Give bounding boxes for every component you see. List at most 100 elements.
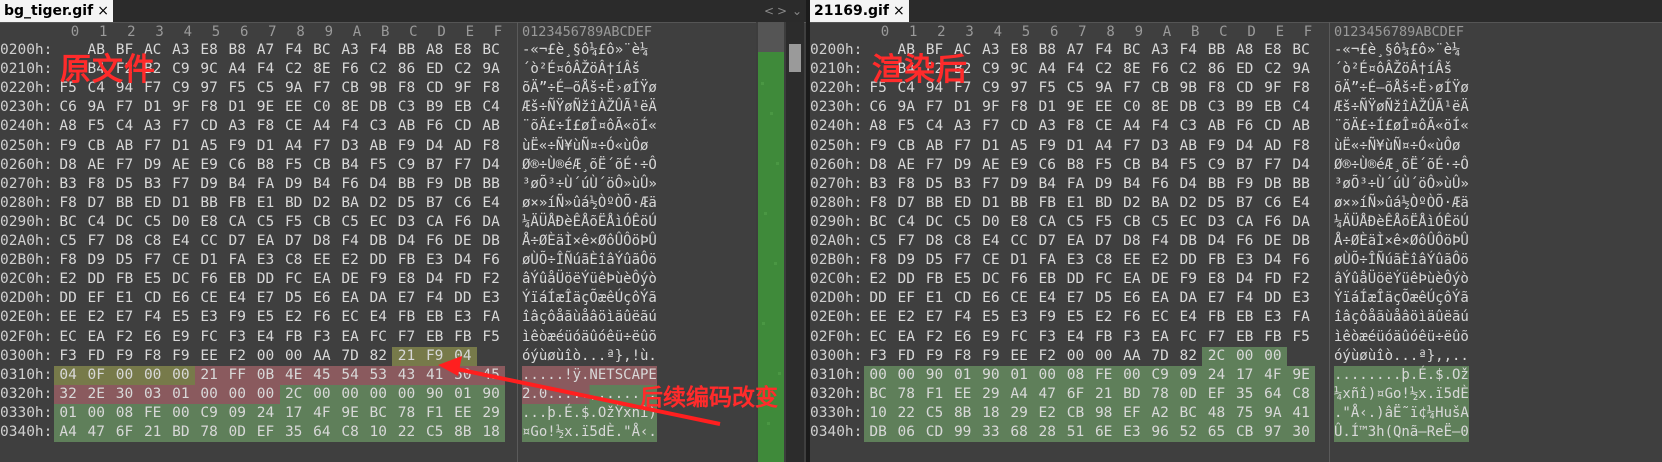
hex-byte[interactable]: B4 (1033, 175, 1061, 194)
hex-byte[interactable]: BC (864, 384, 893, 404)
ascii-text[interactable]: ."Å‹.)âË˜ï¢¼HušA (1334, 403, 1469, 423)
hex-byte[interactable]: 9A (1090, 79, 1118, 98)
hex-byte[interactable]: D4 (1287, 156, 1315, 175)
hex-byte[interactable]: A8 (1231, 41, 1259, 60)
hex-byte[interactable]: D7 (892, 194, 920, 213)
hex-byte[interactable]: FB (920, 270, 948, 289)
hex-byte[interactable]: ED (1231, 60, 1259, 79)
hex-byte[interactable]: 82 (1174, 347, 1202, 366)
hex-row[interactable]: 02A0h: C5 F7 D8 C8 E4 CC D7 EA D7 D8 F4 DB D4 F6 DE DB Å÷… (810, 232, 1662, 251)
hex-byte[interactable]: F8 (1005, 98, 1033, 117)
hex-byte[interactable]: CC (1005, 232, 1033, 251)
hex-byte[interactable]: 29 (1005, 403, 1034, 423)
hex-byte[interactable]: D1 (977, 137, 1005, 156)
hex-byte[interactable]: E1 (920, 289, 948, 308)
ascii-text[interactable]: ÝïáÍæÎäçÕæêÚçôÝã (1334, 289, 1469, 308)
hex-byte[interactable]: FD (892, 347, 920, 366)
hex-byte[interactable]: AD (1259, 137, 1287, 156)
hex-byte[interactable]: 4F (1258, 365, 1287, 385)
hex-byte[interactable]: AB (1287, 117, 1315, 136)
hex-byte[interactable]: F9 (1231, 175, 1259, 194)
hex-row[interactable]: 0320h: BC 78 F1 EE 29 A4 47 6F 21 BD 78 0D EF 35 64 C8 ¼x… (810, 384, 1662, 404)
ascii-text[interactable]: âÝûåÜöëÝüêÞùèÔýò (1334, 270, 1469, 289)
hex-byte[interactable]: EC (1146, 308, 1174, 327)
hex-byte[interactable]: DD (864, 289, 892, 308)
hex-byte[interactable]: DA (1287, 213, 1315, 232)
hex-byte[interactable]: BD (1090, 194, 1118, 213)
hex-byte[interactable]: CE (1090, 117, 1118, 136)
hex-byte[interactable]: F5 (1287, 328, 1315, 347)
hex-byte[interactable]: BA (1146, 194, 1174, 213)
hex-byte[interactable]: E7 (1202, 289, 1230, 308)
hex-row[interactable]: 0250h: F9 CB AB F7 D1 A5 F9 D1 A4 F7 D3 AB F9 D4 AD F8 ùË… (810, 137, 1662, 156)
hex-byte[interactable]: D9 (949, 156, 977, 175)
ascii-text[interactable]: Å÷ØÈäÌ×ê×ØôÛÔöÞÛ (1334, 232, 1469, 251)
hex-byte[interactable]: 99 (948, 423, 977, 442)
hex-byte[interactable]: 8B (948, 403, 977, 423)
hex-byte[interactable]: A5 (1005, 137, 1033, 156)
hex-byte[interactable]: C6 (1033, 156, 1061, 175)
hex-byte[interactable]: F7 (1118, 137, 1146, 156)
hex-byte[interactable]: D4 (1174, 175, 1202, 194)
hex-byte[interactable]: FC (1174, 328, 1202, 347)
hex-byte[interactable]: C5 (864, 232, 892, 251)
hex-byte[interactable]: A4 (1090, 137, 1118, 156)
hex-row[interactable]: 0280h: F8 D7 BB ED D1 BB FB E1 BD D2 BA D2 D5 B7 C6 E4 ø×… (810, 194, 1662, 213)
hex-byte[interactable]: B7 (1231, 156, 1259, 175)
hex-byte[interactable]: F5 (892, 117, 920, 136)
ascii-text[interactable]: øÙÕ÷ÎÑúãÈîâÝûãÔö (1334, 251, 1469, 270)
hex-byte[interactable]: F4 (1231, 289, 1259, 308)
hex-byte[interactable]: B9 (1231, 98, 1259, 117)
ascii-text[interactable]: ìêòæéüóäûóêü÷ëûõ (1334, 328, 1469, 347)
hex-byte[interactable]: D8 (1118, 232, 1146, 251)
hex-byte[interactable]: E3 (1231, 251, 1259, 270)
hex-byte[interactable]: CD (1259, 117, 1287, 136)
hex-byte[interactable]: F7 (920, 156, 948, 175)
hex-byte[interactable]: E1 (1061, 194, 1089, 213)
hex-byte[interactable]: C8 (949, 232, 977, 251)
tab-21169-gif[interactable]: 21169.gif × (810, 0, 909, 22)
hex-byte[interactable]: CA (1033, 213, 1061, 232)
hex-byte[interactable]: EA (1118, 270, 1146, 289)
hex-byte[interactable]: EA (892, 328, 920, 347)
hex-byte[interactable]: EB (1259, 98, 1287, 117)
hex-byte[interactable]: 00 (892, 365, 921, 385)
hex-byte[interactable]: CD (949, 289, 977, 308)
hex-byte[interactable]: CB (1146, 79, 1174, 98)
hex-byte[interactable]: F9 (864, 137, 892, 156)
hex-byte[interactable]: FD (1259, 270, 1287, 289)
hex-byte[interactable]: D3 (1146, 137, 1174, 156)
hex-byte[interactable]: E8 (1259, 41, 1287, 60)
hex-byte[interactable]: A3 (1146, 41, 1174, 60)
hex-byte[interactable]: CB (1061, 403, 1090, 423)
hex-byte[interactable]: CE (977, 251, 1005, 270)
hex-byte[interactable]: 2C (1202, 346, 1231, 366)
hex-byte[interactable]: EE (1005, 347, 1033, 366)
hex-byte[interactable]: 06 (892, 423, 921, 442)
hex-byte[interactable]: E7 (1061, 289, 1089, 308)
hex-byte[interactable]: F9 (1174, 270, 1202, 289)
ascii-text[interactable]: -«¬£è¸§ô¼£ô»¨è¼ (1334, 41, 1460, 60)
hex-byte[interactable]: D4 (1259, 251, 1287, 270)
hex-byte[interactable]: A3 (977, 41, 1005, 60)
hex-byte[interactable]: 9E (1287, 365, 1316, 385)
hex-byte[interactable]: C6 (864, 98, 892, 117)
hex-byte[interactable]: F6 (1259, 213, 1287, 232)
hex-byte[interactable]: 24 (1202, 365, 1231, 385)
hex-byte[interactable]: DB (1287, 232, 1315, 251)
hex-byte[interactable]: F7 (949, 137, 977, 156)
hex-byte[interactable]: E3 (1259, 308, 1287, 327)
hex-byte[interactable]: BB (1287, 175, 1315, 194)
hex-byte[interactable]: F7 (949, 251, 977, 270)
hex-byte[interactable]: 9F (1259, 79, 1287, 98)
hex-byte[interactable]: BC (1118, 41, 1146, 60)
hex-byte[interactable]: C5 (1061, 79, 1089, 98)
hex-byte[interactable]: E2 (892, 308, 920, 327)
hex-byte[interactable]: E5 (949, 270, 977, 289)
hex-byte[interactable]: 8E (1146, 98, 1174, 117)
hex-byte[interactable]: A8 (864, 117, 892, 136)
hex-byte[interactable]: E6 (977, 289, 1005, 308)
hex-byte[interactable]: DD (1259, 289, 1287, 308)
hex-byte[interactable]: 6E (1089, 423, 1118, 442)
hex-byte[interactable]: D1 (1061, 137, 1089, 156)
